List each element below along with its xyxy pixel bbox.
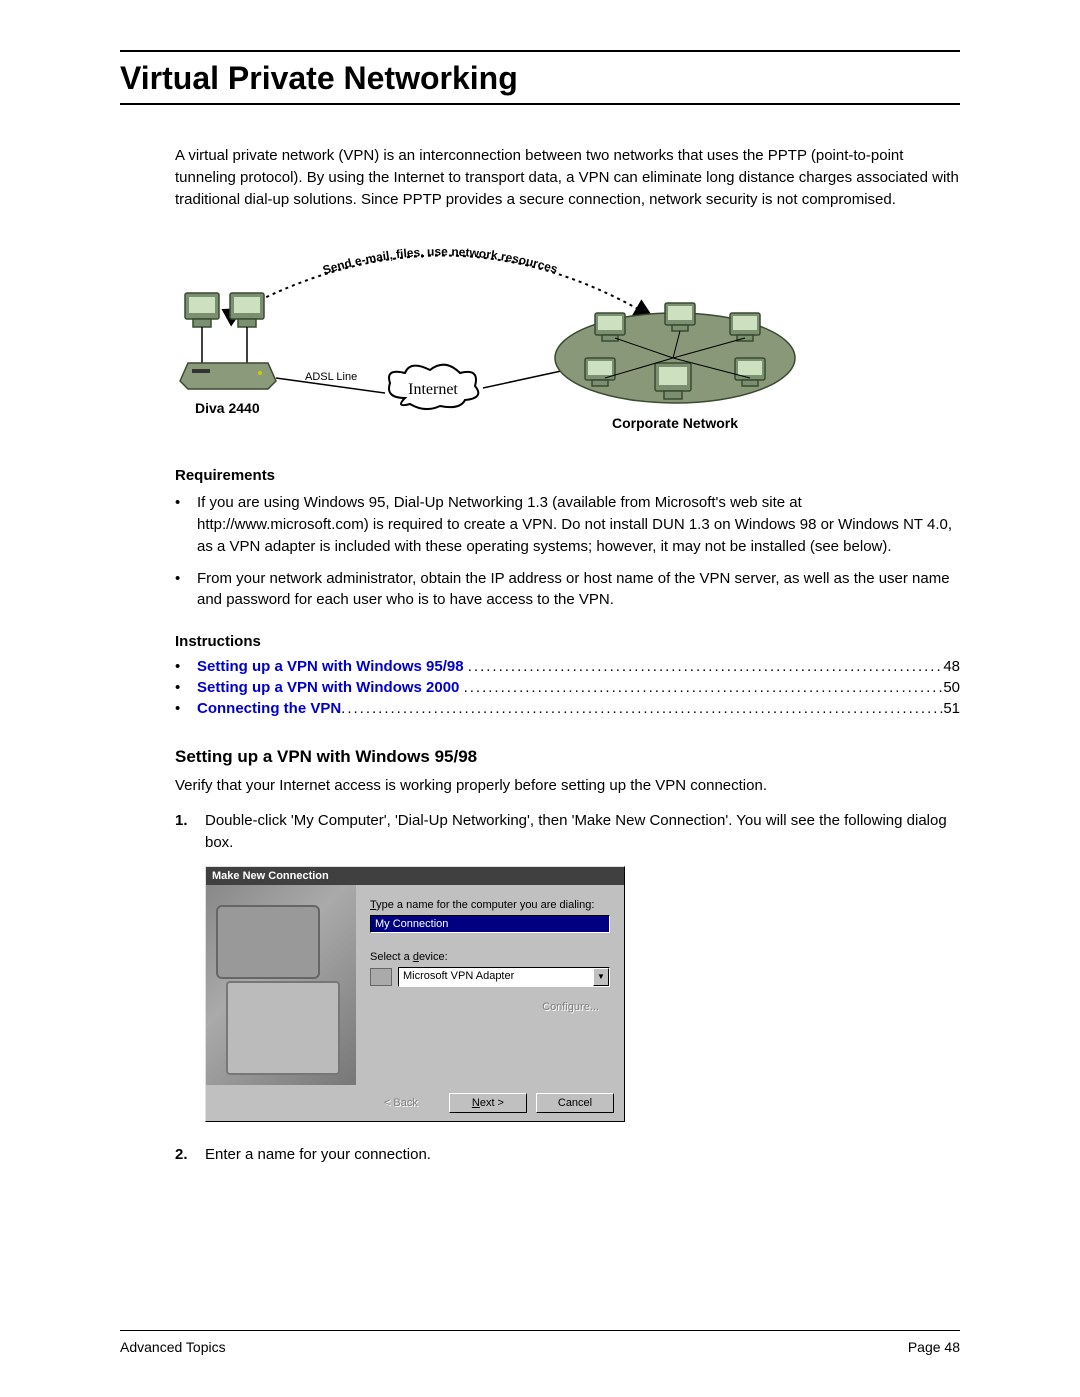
configure-button: Configure... <box>531 997 610 1017</box>
footer-left: Advanced Topics <box>120 1339 226 1355</box>
toc-page: 50 <box>943 679 960 696</box>
list-item: •If you are using Windows 95, Dial-Up Ne… <box>175 492 960 557</box>
vpn-diagram: Send e-mail, files, use network resource… <box>175 228 960 443</box>
dialog-title: Make New Connection <box>206 867 624 885</box>
toc-item: • Setting up a VPN with Windows 2000 ...… <box>175 679 960 696</box>
intro-paragraph: A virtual private network (VPN) is an in… <box>175 145 960 210</box>
connection-name-input[interactable] <box>370 915 610 933</box>
arc-label: Send e-mail, files, use network resource… <box>321 245 560 278</box>
section-heading: Setting up a VPN with Windows 95/98 <box>175 747 960 767</box>
page-footer: Advanced Topics Page 48 <box>120 1330 960 1355</box>
toc-item: • Connecting the VPN ...................… <box>175 700 960 717</box>
device-field-label: Select a device: <box>370 951 610 963</box>
requirements-list: •If you are using Windows 95, Dial-Up Ne… <box>175 492 960 611</box>
toc-link-win2000[interactable]: Setting up a VPN with Windows 2000 <box>197 679 459 696</box>
internet-label: Internet <box>408 381 458 398</box>
device-select[interactable]: Microsoft VPN Adapter ▼ <box>398 967 610 987</box>
back-button: < Back <box>362 1093 440 1113</box>
footer-right: Page 48 <box>908 1339 960 1355</box>
requirements-heading: Requirements <box>175 467 960 484</box>
name-field-label: Type a name for the computer you are dia… <box>370 899 610 911</box>
toc-item: • Setting up a VPN with Windows 95/98 ..… <box>175 658 960 675</box>
chevron-down-icon[interactable]: ▼ <box>593 968 609 986</box>
verify-text: Verify that your Internet access is work… <box>175 777 960 794</box>
device-icon <box>370 968 392 986</box>
next-button[interactable]: Next > <box>449 1093 527 1113</box>
cancel-button[interactable]: Cancel <box>536 1093 614 1113</box>
instructions-toc: • Setting up a VPN with Windows 95/98 ..… <box>175 658 960 717</box>
adsl-label: ADSL Line <box>305 371 357 383</box>
toc-page: 48 <box>943 658 960 675</box>
step-2: 2. Enter a name for your connection. <box>175 1144 960 1166</box>
diva-label: Diva 2440 <box>195 400 260 416</box>
instructions-heading: Instructions <box>175 633 960 650</box>
corporate-label: Corporate Network <box>612 415 738 431</box>
make-new-connection-dialog: Make New Connection Type a name for the … <box>205 866 625 1122</box>
toc-link-win9598[interactable]: Setting up a VPN with Windows 95/98 <box>197 658 464 675</box>
toc-link-connecting[interactable]: Connecting the VPN <box>197 700 341 717</box>
page-title: Virtual Private Networking <box>120 60 960 97</box>
svg-text:Send e-mail, files, use networ: Send e-mail, files, use network resource… <box>321 245 560 278</box>
toc-page: 51 <box>943 700 960 717</box>
list-item: •From your network administrator, obtain… <box>175 568 960 612</box>
wizard-image <box>206 885 356 1085</box>
step-1: 1. Double-click 'My Computer', 'Dial-Up … <box>175 810 960 854</box>
